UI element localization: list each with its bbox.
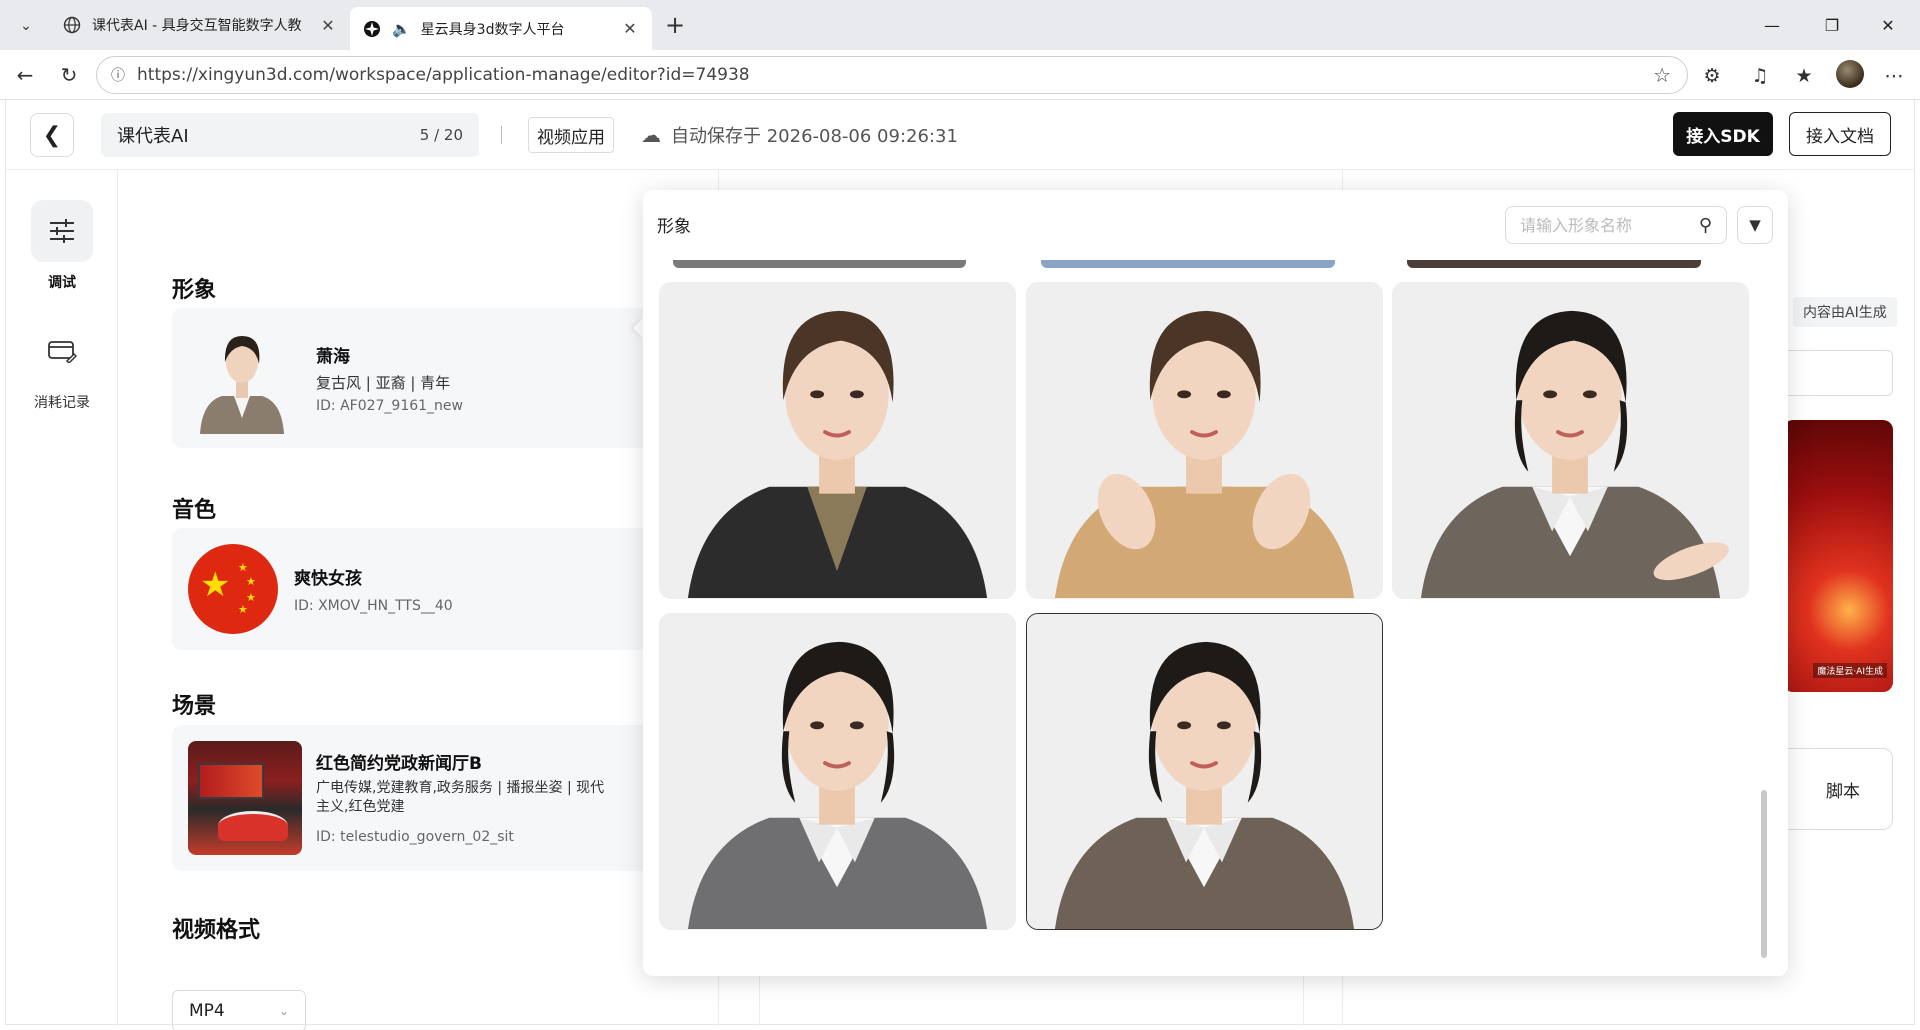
header-divider (501, 126, 502, 144)
voice-name: 爽快女孩 (294, 569, 362, 589)
address-bar[interactable]: ⓘ https://xingyun3d.com/workspace/applic… (96, 56, 1688, 94)
config-panel: 形象 萧海 复古风 | 亚裔 | 青年 ID: AF027_9161_new 音… (118, 170, 718, 1030)
section-title-video-format: 视频格式 (172, 918, 261, 943)
chevron-left-icon: ❮ (42, 122, 62, 148)
speaker-icon[interactable]: 🔈 (392, 20, 411, 38)
profile-avatar[interactable] (1836, 60, 1864, 88)
app-title: 课代表AI (117, 126, 189, 147)
video-format-select[interactable]: MP4 ⌄ (172, 990, 306, 1030)
site-info-icon[interactable]: ⓘ (111, 65, 125, 85)
browser-tab-inactive[interactable]: 课代表AI - 具身交互智能数字人教 ✕ (50, 7, 350, 43)
browser-toolbar: ← ↻ ⓘ https://xingyun3d.com/workspace/ap… (0, 50, 1920, 100)
video-format-value: MP4 (189, 1001, 225, 1021)
close-window-icon[interactable]: ✕ (1868, 10, 1908, 40)
favorites-icon[interactable]: ★ (1790, 62, 1818, 90)
connect-sdk-button[interactable]: 接入SDK (1673, 112, 1773, 156)
connect-docs-button[interactable]: 接入文档 (1789, 112, 1891, 156)
avatar-option-card[interactable] (659, 613, 1016, 930)
preview-watermark: 魔法星云·AI生成 (1813, 663, 1887, 678)
autosave-status: ☁ 自动保存于 2026-08-06 09:26:31 (641, 120, 958, 150)
popup-title: 形象 (657, 217, 691, 237)
restore-icon[interactable]: ❐ (1812, 10, 1852, 40)
url-text[interactable]: https://xingyun3d.com/workspace/applicat… (137, 65, 1653, 85)
globe-icon (62, 15, 82, 35)
avatar-name: 萧海 (316, 347, 350, 367)
popup-scrollbar[interactable] (1761, 790, 1767, 958)
voice-card[interactable]: ★ ★ ★ ★ ★ 爽快女孩 ID: XMOV_HN_TTS__40 (172, 528, 672, 650)
nav-item-debug[interactable]: 调试 (6, 200, 118, 292)
app-type-badge: 视频应用 (528, 117, 614, 153)
section-title-voice: 音色 (172, 498, 217, 523)
avatar-option-card[interactable] (1026, 282, 1383, 599)
close-tab-icon[interactable]: ✕ (620, 19, 640, 38)
filter-icon: ▼ (1749, 216, 1761, 234)
browser-tabstrip: ⌄ 课代表AI - 具身交互智能数字人教 ✕ 🔈 星云具身3d数字人平台 ✕ +… (0, 0, 1920, 50)
avatar-option-card[interactable] (659, 282, 1016, 599)
minimize-icon[interactable]: — (1752, 10, 1792, 40)
scene-card[interactable]: 红色简约党政新闻厅B 广电传媒,党建教育,政务服务 | 播报坐姿 | 现代主义,… (172, 725, 672, 871)
back-arrow-icon[interactable]: ← (10, 60, 40, 90)
tab-title: 课代表AI - 具身交互智能数字人教 (92, 18, 302, 34)
avatar-tags: 复古风 | 亚裔 | 青年 (316, 374, 451, 392)
site-logo-icon (362, 19, 382, 39)
cloud-icon: ☁ (641, 123, 661, 147)
avatar-card-partial[interactable] (673, 260, 966, 268)
tab-title: 星云具身3d数字人平台 (420, 21, 565, 38)
avatar-thumbnail (192, 322, 292, 434)
chevron-down-icon: ⌄ (278, 1004, 289, 1018)
avatar-picker-popup: 形象 ⚲ ▼ (643, 190, 1788, 976)
scene-name: 红色简约党政新闻厅B (316, 754, 482, 774)
section-title-avatar: 形象 (172, 278, 217, 303)
sliders-icon (31, 200, 93, 262)
tab-list-dropdown-icon[interactable]: ⌄ (10, 10, 42, 42)
nav-item-usage-records[interactable]: 消耗记录 (6, 320, 118, 412)
nav-label: 调试 (48, 275, 76, 291)
autosave-text: 自动保存于 2026-08-06 09:26:31 (671, 126, 958, 147)
title-char-count: 5 / 20 (419, 126, 463, 144)
close-tab-icon[interactable]: ✕ (318, 16, 338, 35)
nav-label: 消耗记录 (34, 395, 90, 411)
china-flag-icon: ★ ★ ★ ★ ★ (188, 544, 278, 634)
filter-button[interactable]: ▼ (1737, 206, 1773, 244)
card-edit-icon (31, 320, 93, 382)
avatar-option-card[interactable] (1026, 613, 1383, 930)
app-title-field[interactable]: 课代表AI 5 / 20 (101, 113, 479, 157)
new-tab-icon[interactable]: + (660, 10, 690, 40)
avatar-id: ID: AF027_9161_new (316, 398, 463, 414)
section-title-scene: 场景 (172, 694, 217, 719)
scene-tags: 广电传媒,党建教育,政务服务 | 播报坐姿 | 现代主义,红色党建 (316, 780, 605, 815)
left-nav: 调试 消耗记录 (6, 170, 118, 1025)
avatar-search-input[interactable] (1520, 215, 1699, 235)
avatar-grid (643, 260, 1788, 976)
avatar-option-card[interactable] (1392, 282, 1749, 599)
search-icon[interactable]: ⚲ (1699, 215, 1712, 236)
ai-generated-badge: 内容由AI生成 (1793, 297, 1897, 327)
extensions-icon[interactable]: ⚙ (1698, 62, 1726, 90)
avatar-card-partial[interactable] (1407, 260, 1701, 268)
bookmark-star-icon[interactable]: ☆ (1653, 63, 1671, 87)
scene-thumbnail (188, 741, 302, 855)
scene-id: ID: telestudio_govern_02_sit (316, 829, 514, 845)
reload-icon[interactable]: ↻ (54, 60, 84, 90)
avatar-search-box[interactable]: ⚲ (1505, 206, 1727, 244)
back-button[interactable]: ❮ (30, 113, 74, 157)
avatar-card-selected[interactable]: 萧海 复古风 | 亚裔 | 青年 ID: AF027_9161_new (172, 308, 672, 448)
voice-id: ID: XMOV_HN_TTS__40 (294, 598, 453, 614)
avatar-card-partial[interactable] (1041, 260, 1335, 268)
browser-tab-active[interactable]: 🔈 星云具身3d数字人平台 ✕ (350, 7, 652, 50)
editor-header: ❮ 课代表AI 5 / 20 视频应用 ☁ 自动保存于 2026-08-06 0… (6, 100, 1914, 170)
more-menu-icon[interactable]: ⋯ (1880, 62, 1908, 90)
media-control-icon[interactable]: ♫ (1746, 62, 1774, 90)
scene-preview-image: 魔法星云·AI生成 (1783, 420, 1893, 692)
